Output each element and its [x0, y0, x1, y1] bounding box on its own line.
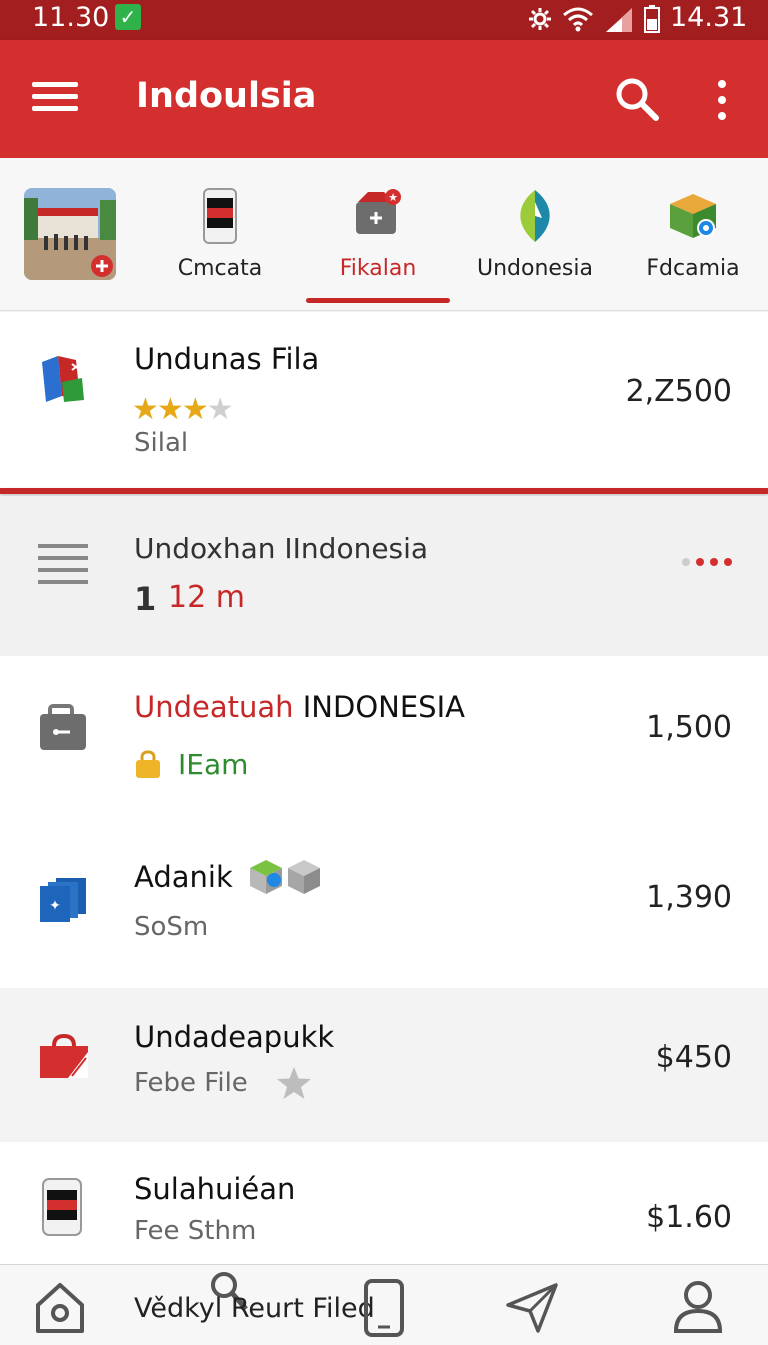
status-bar: 11.30 ✓ 14.31	[0, 0, 768, 40]
item-subtitle: SoSm	[134, 912, 209, 942]
tab-cmcata[interactable]: Cmcata	[162, 158, 278, 310]
item-subtitle: Fee Sthm	[134, 1216, 257, 1246]
folder-stack-icon: ✦	[40, 878, 86, 922]
featured-thumbnail[interactable]	[24, 188, 116, 280]
app-title: Indoulsia	[136, 76, 317, 116]
photo-image	[24, 188, 116, 280]
item-price: 2,Z500	[625, 374, 732, 409]
phone-flag-icon	[42, 1178, 82, 1236]
item-name: Adanik	[134, 860, 233, 894]
tab-label: Cmcata	[177, 256, 263, 281]
active-tab-indicator	[306, 298, 450, 303]
bottom-nav-label: Vědkyl Reurt Filed	[134, 1293, 375, 1324]
home-icon[interactable]	[32, 1279, 88, 1335]
section-divider	[0, 488, 768, 494]
item-subtitle: IEam	[178, 748, 249, 781]
profile-icon[interactable]	[670, 1277, 726, 1333]
tab-label: Fdcamia	[646, 256, 740, 281]
item-price: 1,390	[646, 880, 732, 915]
item-name-group: Undeatuah INDONESIA	[134, 690, 465, 724]
rating-star-icon: ★	[206, 392, 234, 427]
medical-kit-icon: ★	[356, 189, 401, 234]
list-item[interactable]: Undeatuah INDONESIA IEam 1,500	[0, 656, 768, 827]
battery-icon	[644, 5, 660, 33]
status-icons	[528, 4, 660, 34]
send-icon[interactable]	[504, 1279, 560, 1335]
item-price: 1,500	[646, 710, 732, 745]
status-time-left: 11.30	[32, 2, 110, 33]
search-icon[interactable]	[612, 74, 662, 124]
item-name-accent: Undeatuah	[134, 690, 294, 724]
tab-fikalan[interactable]: ★ Fikalan	[306, 158, 450, 310]
list-item[interactable]: Undoxhan IIndonesia 1 12 m	[0, 496, 768, 657]
list-item[interactable]: Undunas Fila ★★★★ Silal 2,Z500	[0, 312, 768, 489]
star-rating: ★★★★	[132, 392, 234, 427]
tab-undonesia[interactable]: Undonesia	[474, 158, 596, 310]
category-tabs: Cmcata ★ Fikalan Undonesia Fdcamia	[0, 158, 768, 311]
app-blocks-icon	[42, 356, 84, 402]
menu-icon[interactable]	[32, 82, 80, 112]
item-price: $450	[655, 1040, 732, 1075]
shopping-bag-icon	[40, 1033, 88, 1078]
more-options-icon[interactable]	[710, 78, 734, 122]
star-icon[interactable]	[276, 1066, 312, 1100]
item-name: Sulahuiéan	[134, 1172, 296, 1206]
settings-icon	[529, 8, 551, 30]
signal-icon	[606, 8, 632, 32]
item-count: 1	[134, 580, 157, 618]
item-name: Undunas Fila	[134, 342, 320, 376]
item-name: Undoxhan IIndonesia	[134, 532, 429, 565]
item-subtitle: Febe File	[134, 1068, 248, 1098]
app-bar: Indoulsia	[0, 40, 768, 158]
lock-icon	[136, 750, 160, 778]
check-icon: ✓	[115, 4, 141, 30]
more-dots-icon[interactable]	[680, 556, 734, 568]
tab-label: Fikalan	[339, 256, 417, 281]
item-subtitle: Silal	[134, 428, 189, 458]
leaf-icon	[520, 190, 550, 242]
svg-text:✦: ✦	[49, 898, 61, 914]
package-box-icon	[670, 194, 716, 238]
item-name: Undadeapukk	[134, 1020, 335, 1054]
wifi-icon	[563, 7, 593, 32]
list-item[interactable]: Undadeapukk Febe File $450	[0, 988, 768, 1143]
item-subtitle: 12 m	[168, 580, 245, 615]
briefcase-icon	[40, 704, 86, 750]
status-time-right: 14.31	[670, 2, 748, 33]
list-item[interactable]: ✦ Adanik SoSm 1,390	[0, 826, 768, 989]
list-lines-icon	[38, 544, 88, 584]
tab-fdcamia[interactable]: Fdcamia	[640, 158, 746, 310]
svg-text:★: ★	[388, 191, 398, 204]
tab-label: Undonesia	[476, 256, 593, 281]
rating-star-icon: ★	[156, 392, 184, 427]
list-item[interactable]: Sulahuiéan Fee Sthm $1.60	[0, 1142, 768, 1265]
rating-star-icon: ★	[132, 392, 159, 427]
phone-icon[interactable]	[360, 1277, 408, 1339]
item-name: INDONESIA	[302, 690, 465, 724]
item-price: $1.60	[646, 1200, 732, 1235]
bottom-navigation: Vědkyl Reurt Filed	[0, 1264, 768, 1345]
rating-star-icon: ★	[181, 392, 209, 427]
phone-flag-icon	[203, 188, 237, 244]
cube-badges-icon	[250, 860, 320, 894]
